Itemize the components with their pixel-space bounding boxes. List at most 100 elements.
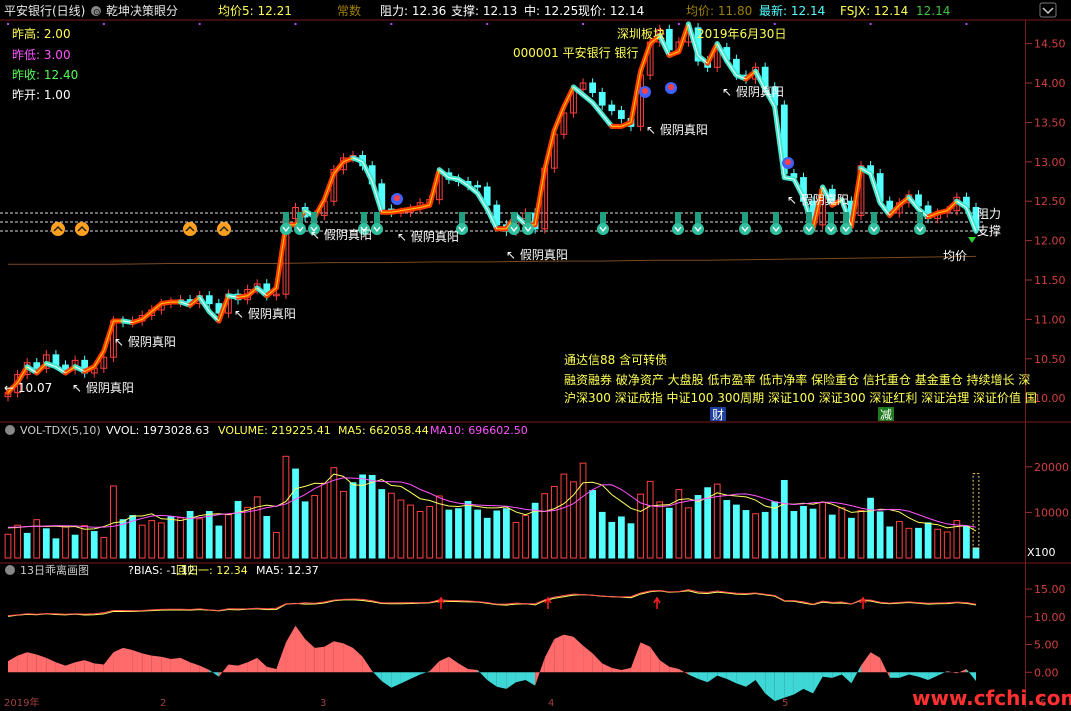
buy-signal-icon bbox=[183, 222, 197, 236]
bias-area-segment bbox=[956, 668, 967, 674]
concept-line-2: 融资融券 破净资产 大盘股 低市盈率 低市净率 保险重仓 信托重仓 基金重仓 持… bbox=[564, 372, 1030, 387]
vol-bar bbox=[598, 511, 606, 559]
bias-area-segment bbox=[736, 672, 746, 687]
ribbon-core bbox=[630, 71, 642, 123]
vol-bar bbox=[522, 515, 529, 559]
vol-bar bbox=[828, 514, 836, 559]
bias-area-segment bbox=[870, 652, 881, 673]
bias-area-segment bbox=[429, 661, 440, 673]
vol-bar bbox=[694, 495, 702, 559]
vol-toggle-icon[interactable] bbox=[5, 425, 15, 435]
vol-bar bbox=[963, 526, 970, 559]
bias-ma5: MA5: 12.37 bbox=[256, 564, 319, 577]
bias-area-segment bbox=[333, 641, 344, 673]
ribbon-core bbox=[553, 106, 565, 131]
sell-signal-icon bbox=[522, 223, 534, 235]
vol-bar bbox=[225, 514, 232, 559]
vol-bar bbox=[579, 462, 587, 559]
vol-bar bbox=[723, 500, 731, 559]
bias-toggle-icon[interactable] bbox=[5, 565, 15, 575]
bias-area-segment bbox=[238, 662, 248, 673]
vol-bar bbox=[608, 521, 616, 559]
vol-bar bbox=[771, 501, 779, 559]
false-yin-label: ↖ 假阴真阳 bbox=[310, 228, 372, 242]
vol-bar bbox=[503, 508, 510, 559]
vol-bar bbox=[62, 526, 69, 559]
stock-title[interactable]: 平安银行(日线) bbox=[4, 3, 85, 18]
sell-signal-bar bbox=[374, 212, 380, 224]
arrow-up-icon bbox=[653, 596, 661, 609]
false-yin-label: ↖ 假阴真阳 bbox=[787, 193, 849, 207]
bias-tick-label: 15.00 bbox=[1034, 583, 1066, 596]
normal-label: 常数 bbox=[337, 3, 361, 18]
signal-dot bbox=[102, 23, 105, 25]
vol-bar bbox=[23, 532, 31, 559]
vol-bars bbox=[4, 455, 980, 559]
vol-axis: 10000 20000 bbox=[1026, 461, 1069, 519]
vol-bar bbox=[618, 516, 625, 559]
signal-dot bbox=[7, 23, 9, 25]
sell-signal-bar bbox=[843, 212, 849, 224]
vol-bar bbox=[455, 508, 462, 559]
bias-area-segment bbox=[487, 672, 497, 687]
bias-name[interactable]: 13日乖离画图 bbox=[20, 563, 89, 577]
candle-body bbox=[205, 295, 213, 305]
bias-area-segment bbox=[745, 672, 756, 687]
bias-area-segment bbox=[257, 657, 267, 673]
bias-area-segment bbox=[266, 666, 277, 673]
bias-area-segment bbox=[650, 646, 660, 673]
vol-bar bbox=[905, 527, 913, 559]
vol-bar bbox=[387, 492, 395, 559]
bias-area-segment bbox=[218, 664, 229, 677]
bias-area-segment bbox=[765, 672, 775, 702]
bias-area-segment bbox=[774, 672, 785, 702]
sell-signal-bar bbox=[828, 212, 834, 224]
cai-tag[interactable]: 财 bbox=[712, 408, 724, 422]
sell-signal-bar bbox=[283, 212, 289, 224]
signal-dot bbox=[773, 23, 776, 25]
latest-label: 最新: 12.14 bbox=[759, 3, 825, 18]
vol-bar bbox=[742, 510, 750, 559]
indicator-name[interactable]: 乾坤决策眼分 bbox=[106, 3, 178, 18]
false-yin-label: ↖ 假阴真阳 bbox=[72, 381, 134, 395]
info-close: 昨收: 12.40 bbox=[12, 68, 78, 82]
ribbon-core bbox=[333, 161, 344, 174]
jian-tag[interactable]: 减 bbox=[880, 408, 892, 422]
bias-area-segment bbox=[899, 672, 909, 678]
vol-name[interactable]: VOL-TDX(5,10) bbox=[20, 424, 101, 437]
vol-bar bbox=[713, 483, 721, 559]
vol-bar bbox=[780, 479, 788, 559]
info-open: 昨开: 1.00 bbox=[12, 88, 71, 102]
vol-bar bbox=[215, 525, 223, 559]
chart-window[interactable]: 平安银行(日线) ⊙ 乾坤决策眼分 均价5: 12.21 常数 阻力: 12.3… bbox=[0, 0, 1071, 710]
bias-area bbox=[8, 625, 976, 702]
sell-signal-icon bbox=[597, 223, 609, 235]
ribbon-core bbox=[93, 350, 105, 367]
vol-bar bbox=[943, 531, 951, 559]
chart-svg[interactable]: 平安银行(日线) ⊙ 乾坤决策眼分 均价5: 12.21 常数 阻力: 12.3… bbox=[0, 0, 1071, 710]
vol-bar bbox=[119, 519, 127, 559]
bias-huigui: 回归一: 12.34 bbox=[176, 563, 248, 577]
sell-signal-bar bbox=[525, 212, 531, 224]
false-yin-label: ↖ 假阴真阳 bbox=[234, 307, 296, 321]
vol-bar bbox=[272, 531, 280, 559]
chevron-down-icon[interactable] bbox=[1039, 2, 1057, 18]
vol-ma5: MA5: 662058.44 bbox=[338, 424, 429, 437]
bias-area-segment bbox=[420, 671, 430, 675]
vol-bar bbox=[857, 510, 865, 559]
signal-dot bbox=[486, 23, 489, 25]
vol-bar bbox=[426, 505, 434, 559]
candle-body bbox=[474, 184, 481, 188]
sell-signal-icon bbox=[280, 223, 292, 235]
vol-bar bbox=[790, 510, 798, 559]
watermark: www.cfchi.com bbox=[912, 686, 1071, 707]
vol-bar bbox=[493, 510, 501, 559]
vol-bar bbox=[809, 508, 817, 559]
bias-area-segment bbox=[170, 657, 181, 673]
vol-bar bbox=[886, 526, 894, 559]
sell-signal-bar bbox=[917, 212, 923, 224]
avg-tag: 均价 bbox=[943, 249, 967, 263]
sell-signal-bar bbox=[361, 212, 367, 224]
svg-text:⊙: ⊙ bbox=[93, 8, 101, 18]
bias-area-segment bbox=[439, 656, 449, 673]
